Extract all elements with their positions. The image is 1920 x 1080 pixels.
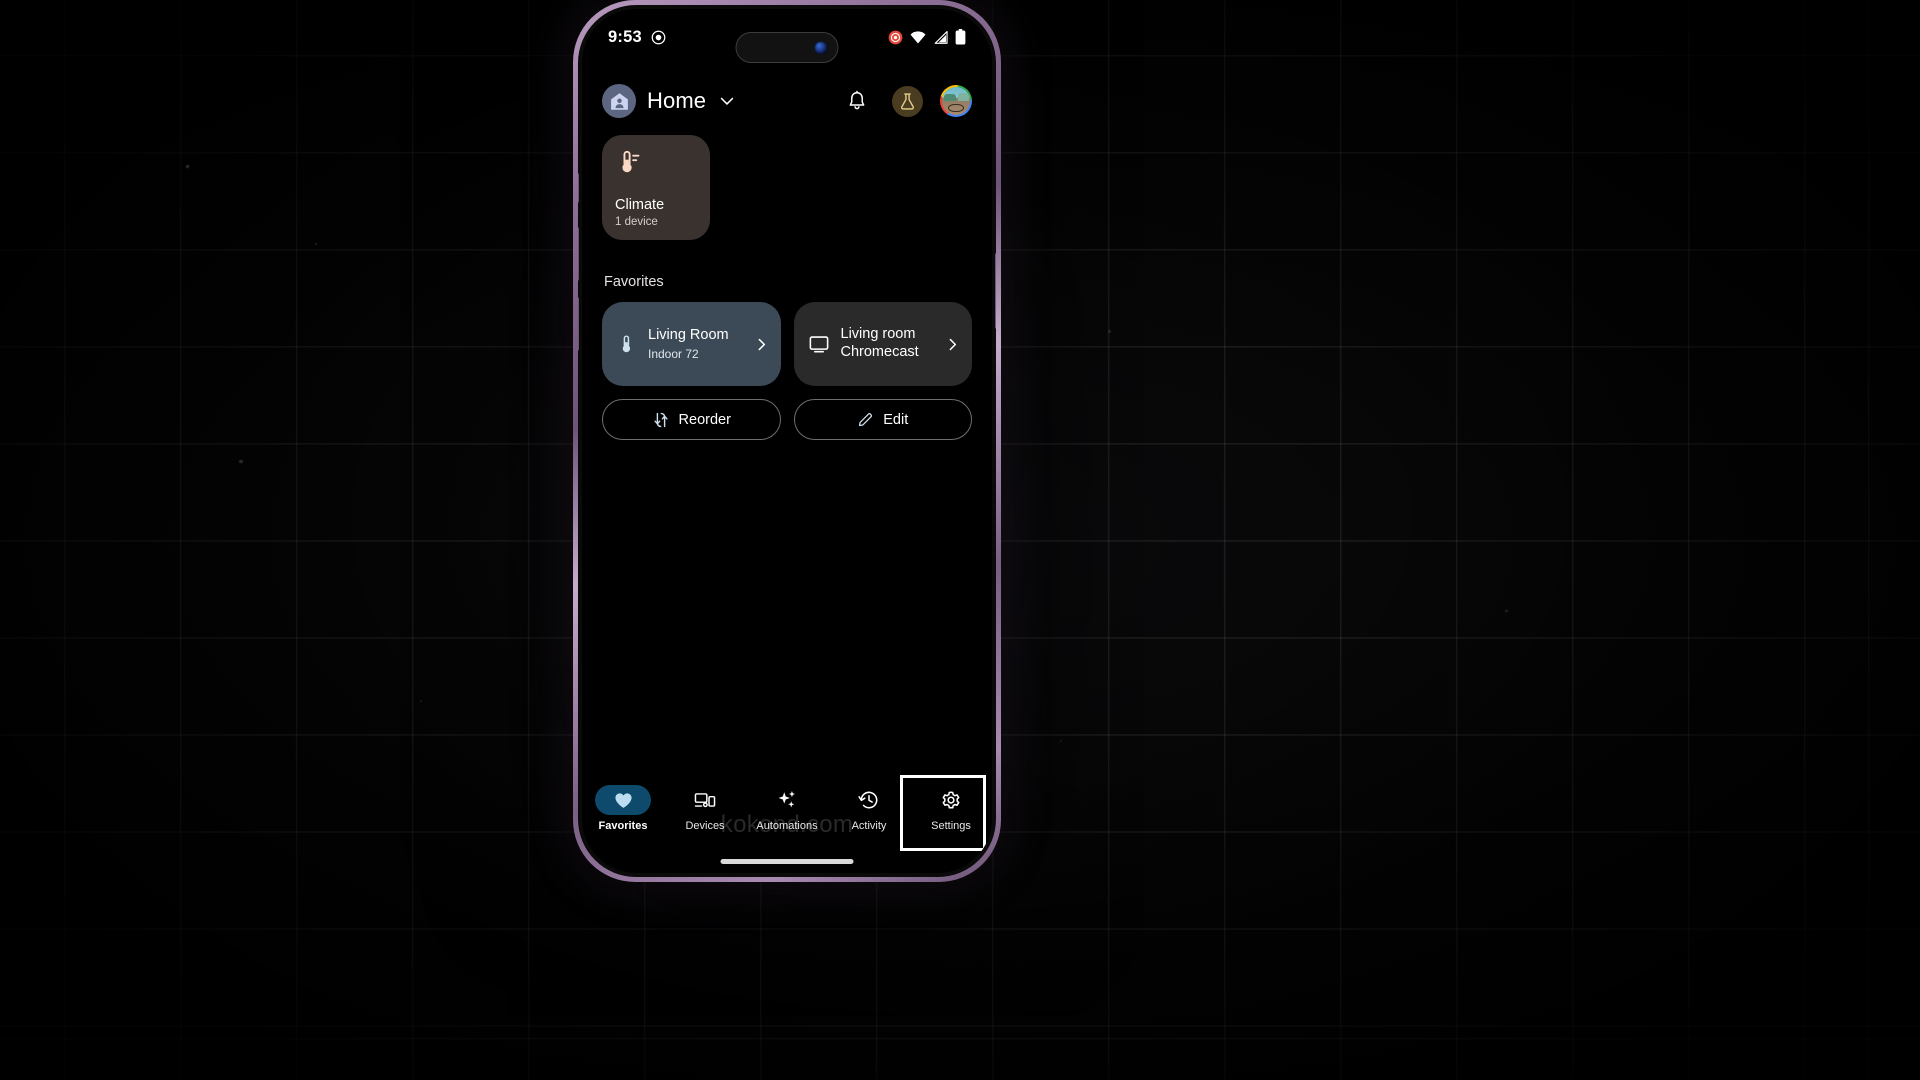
account-avatar[interactable] [940,85,972,117]
heart-icon [614,792,632,808]
reorder-arrows-icon [653,412,668,427]
favorite-card-title-line2: Chromecast [840,344,919,360]
cellular-signal-icon [934,30,948,44]
edit-button-label: Edit [883,411,909,428]
climate-category-card[interactable]: Climate 1 device [602,135,710,240]
gear-icon [942,791,960,809]
nav-label-settings: Settings [931,820,971,832]
nav-label-favorites: Favorites [598,820,648,832]
volume-down-button[interactable] [578,297,579,351]
nav-item-settings[interactable]: Settings [910,783,992,832]
nav-pill-settings [923,785,979,815]
nav-item-favorites[interactable]: Favorites [582,783,664,832]
status-clock: 9:53 [608,27,642,46]
avatar-scenery [958,93,969,101]
flask-badge [891,85,923,117]
volume-up-button[interactable] [578,227,579,281]
reorder-button[interactable]: Reorder [602,399,781,440]
nav-label-devices: Devices [685,820,725,832]
nav-pill-favorites [595,785,651,815]
phone-screen: 9:53 Home Climate 1 device Favorites Liv… [582,9,992,873]
wifi-icon [910,30,926,43]
flask-icon [900,92,914,110]
pencil-icon [859,413,873,427]
climate-card-title: Climate [615,197,665,214]
nav-label-activity: Activity [851,820,887,832]
avatar-scenery [944,94,956,101]
chevron-right-icon [949,338,957,350]
bottom-navigation-bar: Favorites Devices Automations Activity S… [582,783,992,847]
favorite-card-living-room[interactable]: Living Room Indoor 72 [602,302,781,386]
phone-bezel: 9:53 Home Climate 1 device Favorites Liv… [578,5,996,877]
battery-icon [955,29,966,45]
favorite-card-text: Living Room Indoor 72 [648,327,742,361]
page-title: Home [647,88,707,113]
favorite-card-text: Living room Chromecast [841,326,934,361]
home-avatar-icon [602,84,636,118]
dust-speck [239,460,243,463]
thermometer-icon [622,334,631,352]
nav-item-devices[interactable]: Devices [664,783,746,832]
nav-item-automations[interactable]: Automations [746,783,828,832]
devices-icon [694,793,716,808]
favorite-card-subtitle: Indoor 72 [648,346,699,361]
header-actions [840,84,972,118]
status-bar-right [888,29,966,45]
history-icon [858,791,878,809]
dust-speck [420,700,422,702]
sparkles-icon [778,791,795,808]
record-indicator-icon [888,30,903,44]
edit-button[interactable]: Edit [793,399,972,440]
favorite-card-chromecast[interactable]: Living room Chromecast [793,302,972,386]
dust-speck [1505,610,1508,612]
avatar-bicycle [948,104,964,112]
power-button[interactable] [995,253,996,329]
favorites-action-row: Reorder Edit [602,399,972,440]
experiments-button[interactable] [890,84,924,118]
favorite-card-title: Living room [840,326,916,343]
dust-speck [1060,740,1062,742]
nav-label-automations: Automations [756,820,818,832]
status-bar-left: 9:53 [608,28,666,47]
reorder-button-label: Reorder [678,411,731,428]
home-selector[interactable]: Home [602,84,737,118]
mute-switch[interactable] [578,173,579,203]
app-header: Home [582,71,992,131]
chromecast-icon [809,336,828,353]
favorite-card-title: Living Room [648,327,729,344]
nav-item-activity[interactable]: Activity [828,783,910,832]
climate-card-subtitle: 1 device [615,216,658,228]
dust-speck [186,165,189,168]
nav-pill-devices [677,785,733,815]
screen-record-icon [651,30,666,44]
home-indicator[interactable] [720,859,854,864]
chevron-down-icon[interactable] [717,91,737,111]
dust-speck [1108,330,1111,333]
nav-pill-automations [759,785,815,815]
notifications-button[interactable] [840,84,874,118]
favorites-row: Living Room Indoor 72 Living room Chrome… [602,302,972,386]
phone-device-frame: 9:53 Home Climate 1 device Favorites Liv… [573,0,1001,882]
climate-card-text: Climate 1 device [615,197,697,228]
avatar [942,87,970,115]
thermostat-icon [622,150,640,173]
bell-icon [849,90,865,110]
chevron-right-icon [758,338,765,350]
status-bar: 9:53 [582,9,992,65]
favorites-section-label: Favorites [604,274,664,290]
nav-pill-activity [841,785,897,815]
main-content: Climate 1 device Favorites Living Room I… [582,131,992,783]
dust-speck [315,243,317,245]
